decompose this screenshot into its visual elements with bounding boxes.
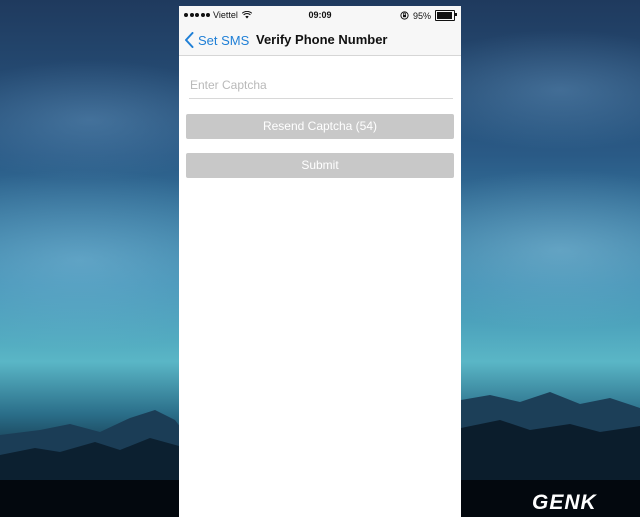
genk-watermark-logo: GENK: [532, 491, 597, 514]
status-bar: Viettel 09:09 95%: [179, 6, 461, 26]
resend-captcha-button[interactable]: Resend Captcha (54): [186, 114, 454, 139]
phone-screen: Viettel 09:09 95% Set SMS Verify Phone N…: [179, 6, 461, 517]
back-button-label: Set SMS: [198, 32, 250, 48]
navigation-bar: Set SMS Verify Phone Number: [179, 26, 461, 56]
orientation-lock-icon: [400, 11, 409, 20]
chevron-left-icon: [185, 32, 194, 48]
page-title: Verify Phone Number: [256, 32, 388, 47]
desktop-background: Viettel 09:09 95% Set SMS Verify Phone N…: [0, 0, 640, 517]
captcha-input[interactable]: [189, 72, 453, 99]
status-right: 95%: [400, 10, 457, 21]
battery-percent: 95%: [412, 10, 431, 21]
back-button[interactable]: Set SMS: [184, 30, 249, 50]
submit-button[interactable]: Submit: [186, 153, 454, 178]
battery-icon: [435, 10, 457, 21]
